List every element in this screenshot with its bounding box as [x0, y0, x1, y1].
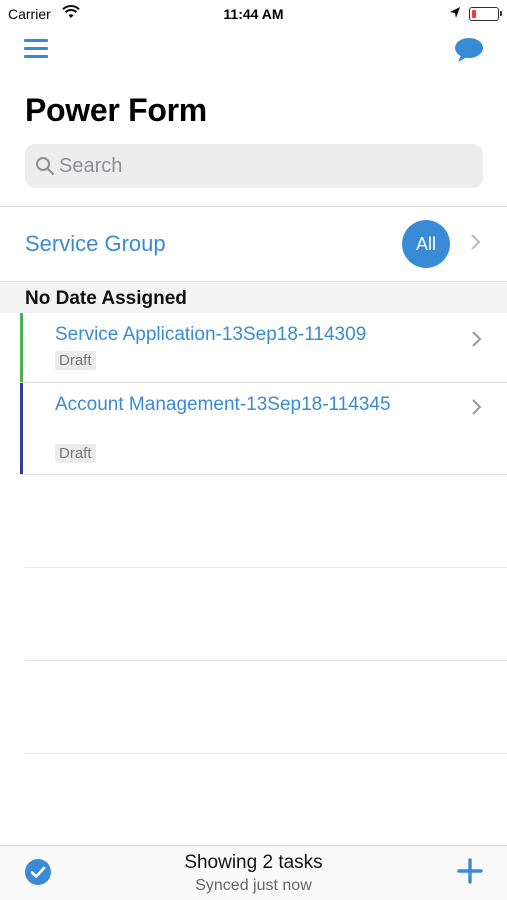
bottom-toolbar: Showing 2 tasks Synced just now	[0, 845, 507, 900]
clock: 11:44 AM	[223, 6, 284, 22]
task-title: Account Management-13Sep18-114345	[55, 394, 391, 415]
section-header-label: No Date Assigned	[25, 288, 187, 309]
list-separator	[25, 567, 507, 568]
chevron-right-icon	[470, 233, 482, 256]
task-status-stripe	[20, 383, 23, 475]
status-bar: Carrier 11:44 AM	[0, 0, 507, 28]
task-row[interactable]: Account Management-13Sep18-114345 Draft	[20, 383, 507, 475]
task-status-badge: Draft	[55, 444, 96, 463]
divider	[20, 474, 507, 475]
battery-nub	[500, 11, 502, 16]
hamburger-menu-icon[interactable]	[24, 36, 50, 60]
task-status-badge: Draft	[55, 351, 96, 370]
location-arrow-icon	[449, 6, 461, 25]
task-count-summary: Showing 2 tasks	[184, 852, 323, 873]
navigation-bar	[0, 28, 507, 72]
chevron-right-icon	[471, 330, 483, 353]
search-input[interactable]	[59, 144, 459, 188]
chat-bubble-icon[interactable]	[453, 36, 485, 64]
chevron-right-icon	[471, 398, 483, 421]
task-status-stripe	[20, 313, 23, 383]
page-title: Power Form	[25, 92, 207, 128]
group-filter-badge[interactable]: All	[402, 220, 450, 268]
search-bar[interactable]	[25, 144, 483, 188]
list-separator	[25, 753, 507, 754]
task-title: Service Application-13Sep18-114309	[55, 324, 367, 345]
service-group-row[interactable]: Service Group All	[0, 207, 507, 281]
task-row[interactable]: Service Application-13Sep18-114309 Draft	[20, 313, 507, 383]
sync-status: Synced just now	[195, 877, 312, 894]
add-icon[interactable]	[455, 856, 485, 886]
section-header: No Date Assigned	[0, 281, 507, 313]
list-separator	[25, 660, 507, 661]
battery-icon	[469, 7, 502, 21]
service-group-label: Service Group	[25, 231, 166, 256]
search-icon	[35, 156, 55, 181]
battery-level	[471, 9, 476, 18]
